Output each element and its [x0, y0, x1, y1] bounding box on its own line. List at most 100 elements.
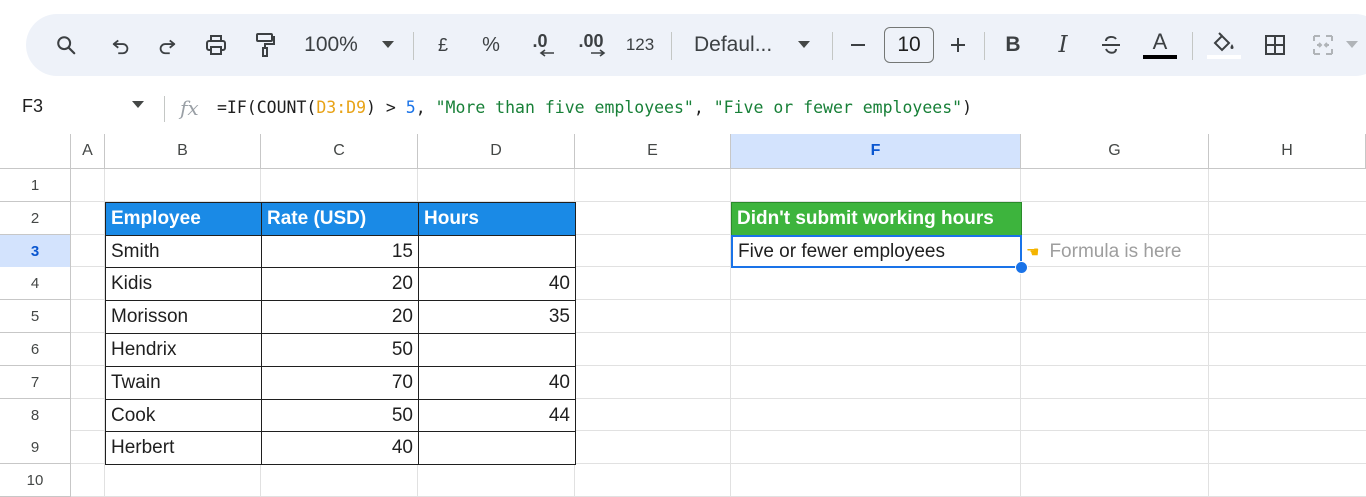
result-header-cell[interactable]: Didn't submit working hours [731, 202, 1022, 236]
employee-name-cell[interactable]: Herbert [105, 431, 262, 465]
column-header-b[interactable]: B [105, 134, 261, 169]
employee-name-cell[interactable]: Kidis [105, 267, 262, 301]
column-header-d[interactable]: D [418, 134, 575, 169]
redo-button[interactable] [152, 14, 182, 76]
more-formats-button[interactable]: 123 [622, 14, 658, 76]
fill-color-button[interactable] [1206, 14, 1242, 76]
more-formats-label: 123 [625, 35, 655, 54]
row-header-8[interactable]: 8 [0, 399, 71, 432]
employee-name-cell[interactable]: Twain [105, 366, 262, 400]
rate-cell[interactable]: 15 [261, 235, 419, 268]
table-header-cell[interactable]: Hours [418, 202, 576, 236]
minus-icon [851, 44, 865, 46]
hours-cell[interactable]: 40 [418, 366, 576, 400]
text-color-button[interactable]: A [1142, 14, 1178, 76]
zoom-select[interactable]: 100% [298, 14, 364, 76]
name-box[interactable]: F3 [22, 96, 43, 117]
column-header-c[interactable]: C [261, 134, 418, 169]
name-box-dropdown-icon[interactable] [132, 101, 144, 108]
rate-cell[interactable]: 40 [261, 431, 419, 465]
increase-decimal-button[interactable]: .00 [572, 14, 610, 76]
row-header-1[interactable]: 1 [0, 169, 71, 202]
strikethrough-button[interactable] [1096, 14, 1126, 76]
column-header-a[interactable]: A [71, 134, 105, 169]
decrease-decimal-button[interactable]: .0 [522, 14, 558, 76]
rate-cell[interactable]: 20 [261, 300, 419, 334]
employee-name-cell[interactable]: Hendrix [105, 333, 262, 367]
row-header-4[interactable]: 4 [0, 267, 71, 300]
paint-format-button[interactable] [250, 14, 280, 76]
currency-format-button[interactable]: £ [428, 14, 458, 76]
formula-range-ref: D3:D9 [316, 98, 367, 117]
undo-button[interactable] [106, 14, 136, 76]
hours-cell[interactable]: 40 [418, 267, 576, 301]
zoom-dropdown-button[interactable] [378, 14, 398, 76]
percent-format-button[interactable]: % [476, 14, 506, 76]
employee-name-cell[interactable]: Morisson [105, 300, 262, 334]
font-select[interactable]: Defaul... [688, 14, 794, 76]
bold-button[interactable]: B [998, 14, 1028, 76]
font-size-value: 10 [897, 33, 921, 56]
caret-down-icon [798, 41, 810, 48]
row-header-6[interactable]: 6 [0, 333, 71, 366]
toolbar-divider [413, 32, 414, 60]
select-all-corner[interactable] [0, 134, 71, 169]
column-header-e[interactable]: E [575, 134, 731, 169]
decrease-font-size-button[interactable] [846, 14, 870, 76]
merge-dropdown-button[interactable] [1344, 14, 1360, 76]
toolbar: 100% £ % .0 .00 123 Defaul... 10 B I A [26, 14, 1366, 76]
toolbar-divider [1192, 32, 1193, 60]
column-header-g[interactable]: G [1021, 134, 1209, 169]
rate-cell[interactable]: 70 [261, 366, 419, 400]
bold-label: B [1005, 33, 1021, 56]
formula-operator: ) > [366, 98, 406, 117]
caret-down-icon [1346, 41, 1358, 48]
fill-color-swatch [1207, 54, 1241, 59]
selected-result-cell[interactable]: Five or fewer employees [731, 235, 1022, 268]
row-header-2[interactable]: 2 [0, 202, 71, 235]
text-color-letter: A [1152, 28, 1168, 54]
rate-cell[interactable]: 50 [261, 399, 419, 432]
hours-cell[interactable] [418, 431, 576, 465]
hours-cell[interactable]: 44 [418, 399, 576, 432]
row-header-9[interactable]: 9 [0, 431, 71, 464]
table-header-cell[interactable]: Employee [105, 202, 262, 236]
column-header-f[interactable]: F [731, 134, 1021, 169]
employee-name-cell[interactable]: Smith [105, 235, 262, 268]
font-size-input[interactable]: 10 [884, 27, 934, 63]
strikethrough-icon [1102, 35, 1120, 54]
toolbar-divider [984, 32, 985, 60]
hours-cell[interactable] [418, 333, 576, 367]
formula-string-true: "More than five employees" [435, 98, 694, 117]
formula-input[interactable]: =IF(COUNT(D3:D9) > 5, "More than five em… [217, 98, 972, 117]
hours-cell[interactable]: 35 [418, 300, 576, 334]
search-menus-button[interactable] [50, 14, 82, 76]
print-button[interactable] [200, 14, 232, 76]
font-name: Defaul... [694, 33, 773, 56]
increase-decimal-label: .00 [578, 31, 604, 51]
formula-prefix: =IF(COUNT( [217, 98, 317, 117]
spreadsheet-grid[interactable]: A B C D E F G H 1 2 3 4 5 6 7 8 9 10 Employee Rate (USD) Hou… [0, 134, 1366, 497]
increase-font-size-button[interactable] [946, 14, 970, 76]
rate-cell[interactable]: 20 [261, 267, 419, 301]
hours-cell[interactable] [418, 235, 576, 268]
italic-button[interactable]: I [1048, 14, 1078, 76]
column-header-h[interactable]: H [1209, 134, 1366, 169]
row-header-5[interactable]: 5 [0, 300, 71, 333]
formula-number: 5 [405, 98, 416, 117]
merge-cells-button[interactable] [1308, 14, 1338, 76]
row-header-7[interactable]: 7 [0, 366, 71, 399]
formula-suffix: ) [962, 98, 973, 117]
table-header-cell[interactable]: Rate (USD) [261, 202, 419, 236]
merge-cells-icon [1313, 35, 1333, 55]
search-icon [57, 36, 76, 55]
paint-bucket-icon [1213, 31, 1234, 51]
row-header-10[interactable]: 10 [0, 464, 71, 497]
arrow-left-icon [539, 49, 554, 57]
borders-icon [1265, 35, 1285, 55]
rate-cell[interactable]: 50 [261, 333, 419, 367]
row-header-3[interactable]: 3 [0, 235, 71, 268]
employee-name-cell[interactable]: Cook [105, 399, 262, 432]
font-dropdown-button[interactable] [794, 14, 814, 76]
borders-button[interactable] [1260, 14, 1290, 76]
